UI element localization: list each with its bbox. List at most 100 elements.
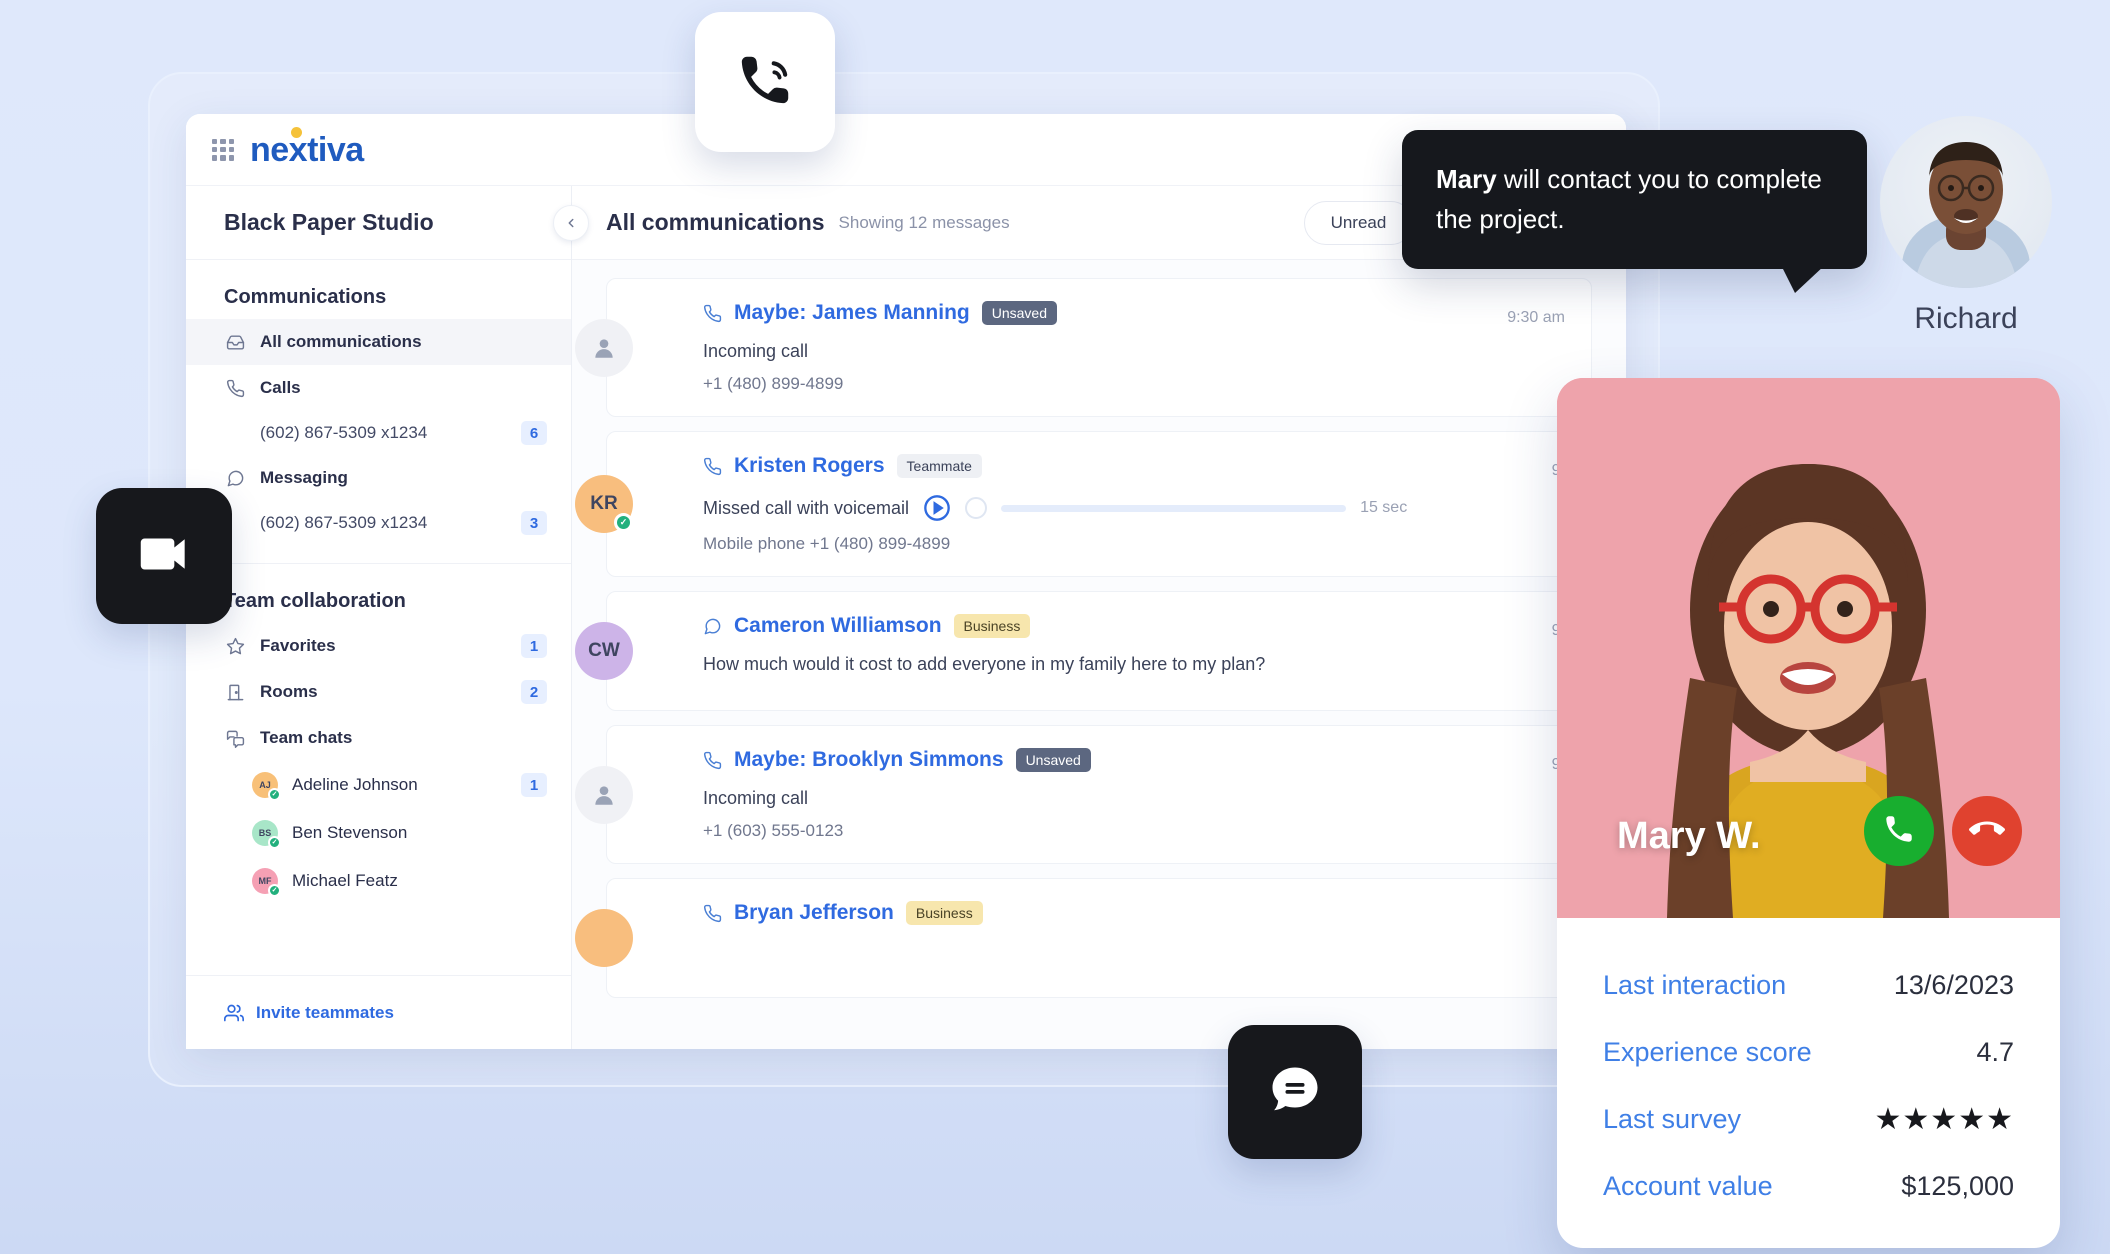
teammate-name: Michael Featz bbox=[292, 871, 398, 890]
app-grid-icon[interactable] bbox=[212, 138, 234, 161]
filter-unread-button[interactable]: Unread bbox=[1303, 200, 1414, 245]
list-item[interactable]: MF ✓ Michael Featz bbox=[186, 857, 571, 905]
accept-call-button[interactable] bbox=[1864, 796, 1934, 866]
row-header: Maybe: James Manning Unsaved bbox=[703, 301, 1565, 325]
row-header: Cameron Williamson Business bbox=[703, 614, 1565, 638]
table-row[interactable]: CW Cameron Williamson Business 9: How mu… bbox=[575, 591, 1592, 711]
detail-value: 4.7 bbox=[1976, 1037, 2014, 1067]
call-actions bbox=[1864, 796, 2022, 866]
video-camera-icon bbox=[133, 523, 195, 590]
chat-bubble-icon bbox=[224, 469, 246, 488]
sidebar-badge-calls: 6 bbox=[521, 421, 547, 445]
decline-call-button[interactable] bbox=[1952, 796, 2022, 866]
detail-label: Last survey bbox=[1603, 1104, 1742, 1134]
phone-icon bbox=[703, 751, 722, 770]
avatar: CW bbox=[575, 622, 633, 680]
sidebar-item-rooms[interactable]: Rooms 2 bbox=[186, 669, 571, 715]
status-badge: Unsaved bbox=[981, 301, 1057, 325]
voicemail-progress-track[interactable] bbox=[1001, 504, 1347, 512]
invite-teammates-button[interactable]: Invite teammates bbox=[186, 975, 571, 1049]
phone-accept-icon bbox=[1882, 812, 1916, 851]
sidebar-subitem-label: (602) 867-5309 x1234 bbox=[260, 423, 428, 442]
sidebar-collapse-button[interactable] bbox=[553, 204, 589, 241]
status-badge: Business bbox=[953, 614, 1031, 638]
row-summary: Missed call with voicemail 15 sec bbox=[703, 494, 1565, 522]
bubble-bold-name: Mary bbox=[1436, 164, 1497, 194]
avatar bbox=[575, 318, 633, 377]
timestamp: 9:30 am bbox=[1507, 309, 1565, 326]
detail-row-last-interaction: Last interaction 13/6/2023 bbox=[1603, 952, 2014, 1019]
play-circle-icon[interactable] bbox=[923, 494, 951, 522]
star-rating: ★★★★★ bbox=[1874, 1103, 2014, 1136]
door-icon bbox=[224, 683, 246, 702]
sidebar-item-favorites[interactable]: Favorites 1 bbox=[186, 623, 571, 669]
chat-bubble-icon bbox=[703, 617, 722, 636]
voicemail-scrubber-handle[interactable] bbox=[965, 497, 988, 519]
contact-details: Last interaction 13/6/2023 Experience sc… bbox=[1557, 918, 2060, 1220]
sidebar-badge-favorites: 1 bbox=[521, 634, 547, 658]
presence-online-icon: ✓ bbox=[268, 788, 281, 801]
detail-label: Last interaction bbox=[1603, 970, 1787, 1000]
teammate-name: Ben Stevenson bbox=[292, 823, 408, 842]
message-count: Showing 12 messages bbox=[838, 212, 1010, 232]
avatar: AJ ✓ bbox=[252, 772, 281, 801]
phone-icon bbox=[703, 904, 722, 923]
sidebar-subitem-label: (602) 867-5309 x1234 bbox=[260, 513, 428, 532]
list-item[interactable]: AJ ✓ Adeline Johnson 1 bbox=[186, 761, 571, 809]
row-detail: +1 (603) 555-0123 bbox=[703, 821, 844, 840]
detail-label: Experience score bbox=[1603, 1037, 1812, 1067]
communications-list[interactable]: Maybe: James Manning Unsaved 9:30 am Inc… bbox=[572, 260, 1626, 1049]
avatar bbox=[575, 765, 633, 824]
row-header: Maybe: Brooklyn Simmons Unsaved bbox=[703, 748, 1565, 772]
contact-name[interactable]: Kristen Rogers bbox=[734, 454, 885, 478]
row-summary: Incoming call bbox=[703, 788, 1565, 809]
nextiva-logo[interactable]: nextiva bbox=[250, 126, 364, 169]
sidebar-item-label: Rooms bbox=[260, 682, 318, 701]
teammate-badge: 1 bbox=[521, 773, 547, 797]
sidebar-item-label: Messaging bbox=[260, 468, 348, 487]
floating-chat-badge[interactable] bbox=[1228, 1025, 1362, 1159]
avatar-initials: AJ bbox=[259, 780, 271, 790]
contact-name[interactable]: Maybe: James Manning bbox=[734, 301, 970, 325]
phone-icon bbox=[703, 457, 722, 476]
sidebar-item-label: Team chats bbox=[260, 728, 353, 747]
notification-bubble: Mary will contact you to complete the pr… bbox=[1402, 130, 1867, 294]
table-row[interactable]: Maybe: Brooklyn Simmons Unsaved 9: Incom… bbox=[575, 725, 1592, 864]
logo-dot-icon bbox=[291, 126, 302, 138]
richard-avatar bbox=[1880, 116, 2052, 288]
sidebar-item-all-communications[interactable]: All communications bbox=[186, 319, 571, 365]
phone-icon bbox=[224, 379, 246, 398]
sidebar-item-calls[interactable]: Calls bbox=[186, 365, 571, 411]
contact-name[interactable]: Maybe: Brooklyn Simmons bbox=[734, 748, 1004, 772]
sidebar-item-label: Calls bbox=[260, 378, 301, 397]
window-body: Black Paper Studio Communications All co… bbox=[186, 186, 1626, 1049]
sidebar-item-messaging[interactable]: Messaging bbox=[186, 455, 571, 501]
list-item[interactable]: BS ✓ Ben Stevenson bbox=[186, 809, 571, 857]
avatar: MF ✓ bbox=[252, 868, 281, 897]
phone-ringing-icon bbox=[734, 49, 796, 116]
contact-name[interactable]: Cameron Williamson bbox=[734, 614, 942, 638]
floating-phone-badge[interactable] bbox=[695, 12, 835, 152]
status-badge: Teammate bbox=[896, 454, 982, 478]
floating-video-badge[interactable] bbox=[96, 488, 232, 624]
presence-online-icon: ✓ bbox=[268, 884, 281, 897]
sidebar-subitem-messaging-number[interactable]: (602) 867-5309 x1234 3 bbox=[186, 501, 571, 545]
sidebar-item-team-chats[interactable]: Team chats bbox=[186, 715, 571, 761]
teammate-name: Adeline Johnson bbox=[292, 775, 418, 794]
phone-decline-icon bbox=[1968, 811, 2005, 852]
table-row[interactable]: KR ✓ Kristen Rogers Teammate 9: Missed c… bbox=[575, 431, 1592, 577]
table-row[interactable]: Bryan Jefferson Business bbox=[575, 878, 1592, 998]
message-bubble-icon bbox=[1265, 1060, 1325, 1125]
table-row[interactable]: Maybe: James Manning Unsaved 9:30 am Inc… bbox=[575, 278, 1592, 417]
brand-text: nextiva bbox=[250, 130, 364, 169]
row-summary-text: Incoming call bbox=[703, 788, 809, 808]
sidebar: Black Paper Studio Communications All co… bbox=[186, 186, 589, 1049]
section-title-team-collaboration: Team collaboration bbox=[224, 590, 406, 612]
mary-photo: Mary W. bbox=[1557, 378, 2060, 918]
contact-name[interactable]: Bryan Jefferson bbox=[734, 901, 894, 925]
sidebar-subitem-calls-number[interactable]: (602) 867-5309 x1234 6 bbox=[186, 411, 571, 455]
richard-name: Richard bbox=[1914, 302, 2018, 335]
detail-value: 13/6/2023 bbox=[1893, 970, 2014, 1000]
chats-icon bbox=[224, 729, 246, 748]
detail-row-last-survey: Last survey ★★★★★ bbox=[1603, 1086, 2014, 1153]
